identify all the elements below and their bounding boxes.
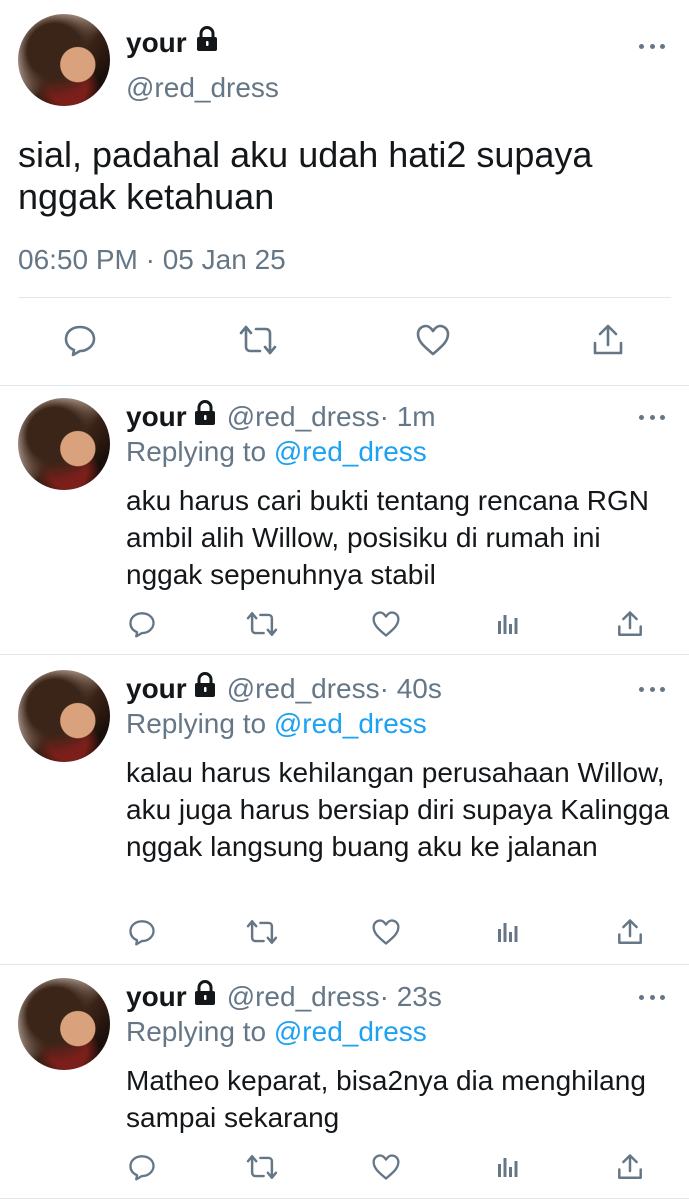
divider (18, 297, 671, 298)
display-name[interactable]: your (126, 27, 187, 59)
avatar[interactable] (18, 14, 110, 106)
more-options-icon[interactable] (639, 413, 665, 421)
display-name[interactable]: your (126, 981, 187, 1013)
action-bar (0, 917, 689, 949)
retweet-icon[interactable] (245, 917, 279, 947)
avatar[interactable] (18, 978, 110, 1070)
more-options-icon[interactable] (639, 993, 665, 1001)
reply-tweet[interactable]: your @red_dress · 40s Replying to @red_d… (0, 658, 689, 962)
like-icon[interactable] (371, 917, 401, 947)
share-icon[interactable] (616, 1152, 644, 1182)
handle[interactable]: @red_dress (227, 673, 380, 705)
relative-time: · 40s (379, 672, 442, 704)
share-icon[interactable] (590, 322, 626, 358)
handle[interactable]: @red_dress (227, 401, 380, 433)
reply-icon[interactable] (62, 322, 98, 358)
reply-tweet[interactable]: your @red_dress · 23s Replying to @red_d… (0, 966, 689, 1196)
replying-to-handle[interactable]: @red_dress (274, 436, 427, 467)
reply-icon[interactable] (128, 609, 156, 639)
reply-text: kalau harus kehilangan perusahaan Willow… (126, 757, 670, 862)
share-icon[interactable] (616, 609, 644, 639)
replying-to-handle[interactable]: @red_dress (274, 1016, 427, 1047)
divider (0, 654, 689, 655)
relative-time: · 23s (379, 980, 442, 1012)
handle[interactable]: @red_dress (126, 72, 279, 104)
action-bar (0, 322, 689, 362)
analytics-icon[interactable] (495, 917, 521, 947)
like-icon[interactable] (371, 609, 401, 639)
retweet-icon[interactable] (245, 1152, 279, 1182)
action-bar (0, 609, 689, 641)
reply-icon[interactable] (128, 917, 156, 947)
reply-text: aku harus cari bukti tentang rencana RGN… (126, 485, 649, 590)
reply-tweet[interactable]: your @red_dress · 1m Replying to @red_dr… (0, 386, 689, 654)
main-tweet: your @red_dress sial, padahal aku udah h… (0, 0, 689, 385)
analytics-icon[interactable] (495, 609, 521, 639)
like-icon[interactable] (414, 322, 452, 358)
action-bar (0, 1152, 689, 1184)
relative-time: · 1m (379, 400, 436, 432)
retweet-icon[interactable] (238, 322, 278, 358)
like-icon[interactable] (371, 1152, 401, 1182)
replying-to-label: Replying to (126, 708, 274, 739)
lock-icon (195, 26, 219, 59)
timestamp: 06:50 PM · 05 Jan 25 (18, 244, 286, 275)
lock-icon (193, 400, 217, 433)
avatar[interactable] (18, 398, 110, 490)
replying-to-label: Replying to (126, 1016, 274, 1047)
divider (0, 1198, 689, 1199)
replying-to-label: Replying to (126, 436, 274, 467)
tweet-text: sial, padahal aku udah hati2 supaya ngga… (18, 134, 593, 217)
reply-text: Matheo keparat, bisa2nya dia menghilang … (126, 1065, 646, 1133)
share-icon[interactable] (616, 917, 644, 947)
lock-icon (193, 980, 217, 1013)
more-options-icon[interactable] (639, 685, 665, 693)
display-name[interactable]: your (126, 673, 187, 705)
reply-icon[interactable] (128, 1152, 156, 1182)
divider (0, 964, 689, 965)
handle[interactable]: @red_dress (227, 981, 380, 1013)
replying-to-handle[interactable]: @red_dress (274, 708, 427, 739)
display-name[interactable]: your (126, 401, 187, 433)
display-name-row[interactable]: your (126, 26, 219, 59)
retweet-icon[interactable] (245, 609, 279, 639)
lock-icon (193, 672, 217, 705)
avatar[interactable] (18, 670, 110, 762)
more-options-icon[interactable] (639, 42, 665, 50)
analytics-icon[interactable] (495, 1152, 521, 1182)
